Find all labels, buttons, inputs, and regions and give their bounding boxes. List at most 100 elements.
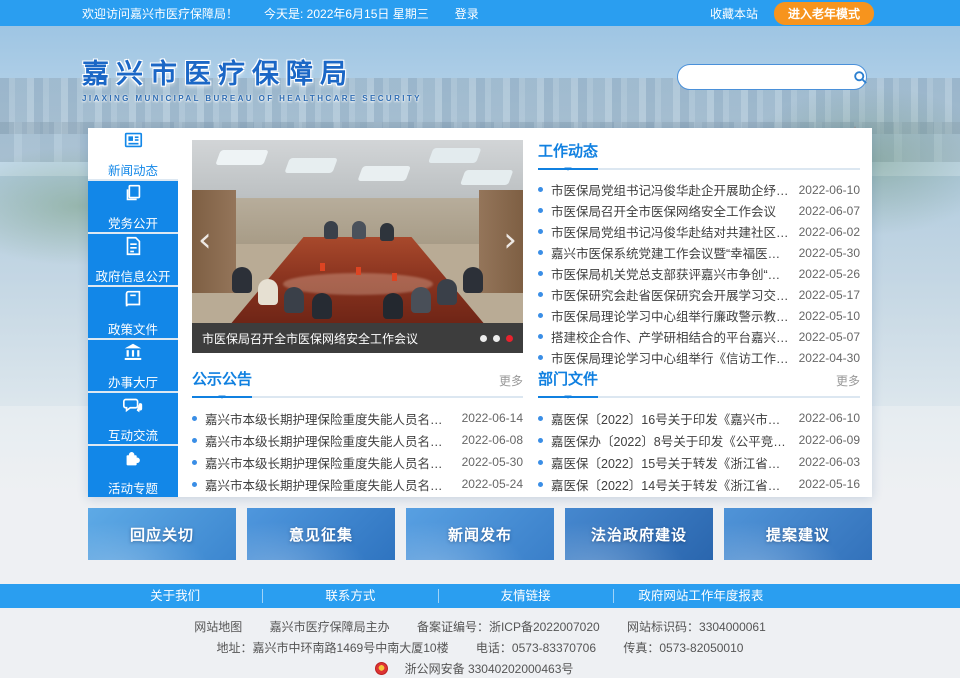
footer-link-contact[interactable]: 联系方式 <box>263 589 438 603</box>
carousel-caption[interactable]: 市医保局召开全市医保网络安全工作会议 <box>202 330 418 347</box>
news-title: 嘉兴市医保系统党建工作会议暨“幸福医保”党建联... <box>551 243 799 262</box>
news-date: 2022-05-24 <box>462 477 523 491</box>
sidebar-item-service-hall[interactable]: 办事大厅 <box>88 340 178 391</box>
news-title: 嘉兴市本级长期护理保险重度失能人员名单公示（2... <box>205 431 462 450</box>
footer-info: 网站地图 嘉兴市医疗保障局主办 备案证编号：浙ICP备2022007020 网站… <box>0 608 960 678</box>
bullet-icon <box>538 313 543 318</box>
sitemap-link[interactable]: 网站地图 <box>194 620 242 634</box>
favorite-link[interactable]: 收藏本站 <box>710 5 758 22</box>
section-title: 部门文件 <box>538 368 598 389</box>
work-news-list: 市医保局党组书记冯俊华赴企开展助企纾困活动2022-06-10 市医保局召开全市… <box>538 179 860 368</box>
bullet-icon <box>192 438 197 443</box>
top-utility-bar: 欢迎访问嘉兴市医疗保障局！ 今天是: 2022年6月15日 星期三 登录 收藏本… <box>0 0 960 26</box>
police-record-text[interactable]: 浙公网安备 33040202000463号 <box>405 662 574 676</box>
news-item[interactable]: 市医保局理论学习中心组举行廉政警示教育专题学习...2022-05-10 <box>538 305 860 326</box>
footer-link-friendly-links[interactable]: 友情链接 <box>439 589 614 603</box>
news-item[interactable]: 嘉兴市本级长期护理保险重度失能人员名单公示（2...2022-06-08 <box>192 429 523 451</box>
news-date: 2022-05-07 <box>799 330 860 344</box>
section-documents: 部门文件 更多 嘉医保〔2022〕16号关于印发《嘉兴市医疗保...2022-0… <box>538 368 860 495</box>
news-title: 市医保局理论学习中心组举行《信访工作条例》专题... <box>551 348 799 367</box>
login-link[interactable]: 登录 <box>455 5 479 22</box>
search-icon[interactable] <box>853 70 868 85</box>
news-item[interactable]: 嘉医保〔2022〕16号关于印发《嘉兴市医疗保...2022-06-10 <box>538 407 860 429</box>
photo-people-left <box>232 267 252 293</box>
news-item[interactable]: 市医保研究会赴省医保研究会开展学习交流活动2022-05-17 <box>538 284 860 305</box>
news-title: 嘉医保〔2022〕16号关于印发《嘉兴市医疗保... <box>551 409 799 428</box>
carousel-dot[interactable] <box>493 335 500 342</box>
sidebar-item-policy-files[interactable]: 政策文件 <box>88 287 178 338</box>
section-notices: 公示公告 更多 嘉兴市本级长期护理保险重度失能人员名单公示（2...2022-0… <box>192 368 523 495</box>
bullet-icon <box>538 250 543 255</box>
newspaper-icon <box>122 129 144 154</box>
news-item[interactable]: 嘉兴市本级长期护理保险重度失能人员名单公示（2...2022-05-30 <box>192 451 523 473</box>
footer-nav-bar: 关于我们 联系方式 友情链接 政府网站工作年度报表 <box>0 584 960 608</box>
more-link[interactable]: 更多 <box>836 372 860 389</box>
sidebar-item-gov-info[interactable]: 政府信息公开 <box>88 234 178 285</box>
news-item[interactable]: 市医保局机关党总支部获评嘉兴市争创“建设清廉机...2022-05-26 <box>538 263 860 284</box>
book-icon <box>122 288 144 313</box>
news-item[interactable]: 搭建校企合作、产学研相结合的平台嘉兴市长期护理...2022-05-07 <box>538 326 860 347</box>
footer-link-annual-report[interactable]: 政府网站工作年度报表 <box>614 589 788 603</box>
news-item[interactable]: 市医保局理论学习中心组举行《信访工作条例》专题...2022-04-30 <box>538 347 860 368</box>
news-date: 2022-04-30 <box>799 351 860 365</box>
news-item[interactable]: 嘉医保〔2022〕14号关于转发《浙江省医疗保...2022-05-16 <box>538 473 860 495</box>
police-badge-icon <box>375 662 388 675</box>
news-title: 市医保研究会赴省医保研究会开展学习交流活动 <box>551 285 799 304</box>
news-item[interactable]: 市医保局召开全市医保网络安全工作会议2022-06-07 <box>538 200 860 221</box>
news-item[interactable]: 嘉兴市本级长期护理保险重度失能人员名单公示（2...2022-05-24 <box>192 473 523 495</box>
more-link[interactable]: 更多 <box>499 372 523 389</box>
sidebar-item-party-affairs[interactable]: 党务公开 <box>88 181 178 232</box>
news-item[interactable]: 嘉兴市本级长期护理保险重度失能人员名单公示（2...2022-06-14 <box>192 407 523 429</box>
news-item[interactable]: 嘉兴市医保系统党建工作会议暨“幸福医保”党建联...2022-05-30 <box>538 242 860 263</box>
news-date: 2022-05-30 <box>799 246 860 260</box>
address-text: 地址：嘉兴市中环南路1469号中南大厦10楼 <box>217 641 449 655</box>
sidebar-item-interaction[interactable]: 互动交流 <box>88 393 178 444</box>
icp-text: 备案证编号：浙ICP备2022007020 <box>417 620 600 634</box>
site-search <box>677 64 867 90</box>
footer-link-about[interactable]: 关于我们 <box>88 589 263 603</box>
banner-opinion-collection[interactable]: 意见征集 <box>247 508 395 560</box>
bullet-icon <box>192 460 197 465</box>
news-date: 2022-06-10 <box>799 411 860 425</box>
carousel-next-icon[interactable]: › <box>503 223 517 257</box>
site-title: 嘉兴市医疗保障局 <box>82 52 422 91</box>
news-title: 市医保局理论学习中心组举行廉政警示教育专题学习... <box>551 306 799 325</box>
footer-line-1: 网站地图 嘉兴市医疗保障局主办 备案证编号：浙ICP备2022007020 网站… <box>0 617 960 638</box>
elder-mode-button[interactable]: 进入老年模式 <box>774 2 874 25</box>
carousel-dot[interactable] <box>480 335 487 342</box>
banner-respond-concerns[interactable]: 回应关切 <box>88 508 236 560</box>
bullet-icon <box>538 482 543 487</box>
banner-proposals[interactable]: 提案建议 <box>724 508 872 560</box>
photo-people-back <box>324 221 338 239</box>
news-date: 2022-06-03 <box>799 455 860 469</box>
banner-news-release[interactable]: 新闻发布 <box>406 508 554 560</box>
host-text: 嘉兴市医疗保障局主办 <box>270 620 390 634</box>
carousel-dot-active[interactable] <box>506 335 513 342</box>
news-item[interactable]: 市医保局党组书记冯俊华赴结对共建社区指导全国文...2022-06-02 <box>538 221 860 242</box>
sidebar-item-news[interactable]: 新闻动态 <box>88 128 178 179</box>
carousel-photo-meeting[interactable] <box>192 140 523 323</box>
sidebar-item-label: 新闻动态 <box>108 160 158 179</box>
photo-table-glare <box>283 273 433 295</box>
document-list: 嘉医保〔2022〕16号关于印发《嘉兴市医疗保...2022-06-10 嘉医保… <box>538 407 860 495</box>
footer-line-2: 地址：嘉兴市中环南路1469号中南大厦10楼 电话：0573-83370706 … <box>0 638 960 659</box>
news-item[interactable]: 嘉医保办〔2022〕8号关于印发《公平竞争审查...2022-06-09 <box>538 429 860 451</box>
photo-ceiling <box>192 140 523 198</box>
bullet-icon <box>538 208 543 213</box>
news-date: 2022-06-07 <box>799 204 860 218</box>
pages-icon <box>122 182 144 207</box>
search-input[interactable] <box>678 70 853 84</box>
bullet-icon <box>538 187 543 192</box>
news-item[interactable]: 嘉医保〔2022〕15号关于转发《浙江省医疗保...2022-06-03 <box>538 451 860 473</box>
sidebar-item-special-topics[interactable]: 活动专题 <box>88 446 178 497</box>
bullet-icon <box>538 460 543 465</box>
banner-rule-of-law[interactable]: 法治政府建设 <box>565 508 713 560</box>
welcome-text: 欢迎访问嘉兴市医疗保障局！ <box>82 5 238 22</box>
sidebar-item-label: 政府信息公开 <box>95 266 170 285</box>
section-title: 公示公告 <box>192 368 252 389</box>
carousel-prev-icon[interactable]: ‹ <box>198 223 212 257</box>
news-item[interactable]: 市医保局党组书记冯俊华赴企开展助企纾困活动2022-06-10 <box>538 179 860 200</box>
sidebar-item-label: 党务公开 <box>108 213 158 232</box>
site-code-text: 网站标识码：3304000061 <box>627 620 766 634</box>
footer-line-3: 浙公网安备 33040202000463号 <box>0 659 960 678</box>
